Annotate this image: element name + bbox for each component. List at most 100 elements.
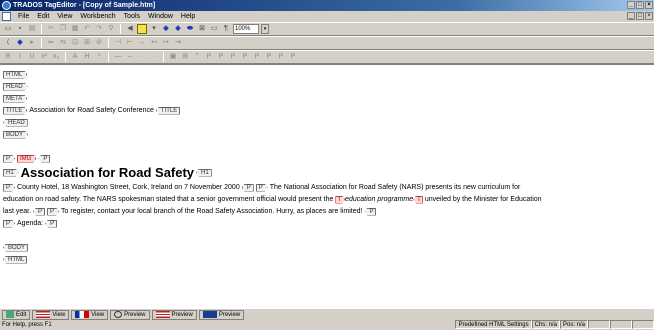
- title-text[interactable]: Association for Road Safety Conference: [29, 105, 154, 116]
- menu-workbench[interactable]: Workbench: [76, 11, 119, 22]
- zoom-dropdown[interactable]: ▾: [261, 24, 269, 34]
- superscript-icon[interactable]: x²: [39, 52, 49, 62]
- close-segment-icon[interactable]: ⬬: [185, 24, 195, 34]
- undo-icon[interactable]: ↶: [82, 24, 92, 34]
- p-close-tag[interactable]: P: [38, 154, 51, 163]
- heading-icon[interactable]: H: [82, 52, 92, 62]
- doc-restore-button[interactable]: □: [636, 12, 644, 20]
- zoom-input[interactable]: 100%: [233, 24, 259, 34]
- tab-preview-search[interactable]: Preview: [110, 309, 150, 320]
- italic-text[interactable]: education programme: [345, 194, 413, 205]
- p7-icon[interactable]: P: [276, 52, 286, 62]
- nars-text-3[interactable]: unveiled by the Minister for Education: [425, 194, 542, 205]
- copy-source-icon[interactable]: ⊞: [82, 38, 92, 48]
- maximize-button[interactable]: □: [636, 1, 644, 9]
- p-tag[interactable]: P: [47, 208, 59, 216]
- preview-icon[interactable]: ▭: [209, 24, 219, 34]
- tab-edit[interactable]: Edit: [2, 309, 31, 320]
- title-close-tag[interactable]: TITLE: [155, 106, 181, 115]
- html-close-tag[interactable]: HTML: [3, 255, 28, 264]
- doc-minimize-button[interactable]: _: [627, 12, 635, 20]
- save-icon[interactable]: ▪: [15, 24, 25, 34]
- image-icon[interactable]: ▣: [168, 52, 178, 62]
- meta-tag[interactable]: META: [3, 95, 27, 103]
- concordance-icon[interactable]: ⊡: [70, 38, 80, 48]
- paste-icon[interactable]: ▦: [70, 24, 80, 34]
- title-open-tag[interactable]: TITLE: [3, 107, 27, 115]
- translate-icon[interactable]: ◆: [173, 24, 183, 34]
- pilcrow-icon[interactable]: ¶: [221, 24, 231, 34]
- document-heading[interactable]: Association for Road Safety: [21, 166, 194, 179]
- tab-view-fr[interactable]: View: [71, 309, 109, 320]
- segment-icon[interactable]: ◆: [161, 24, 171, 34]
- p-tag[interactable]: P: [3, 184, 15, 192]
- last-icon[interactable]: ⇥: [173, 38, 183, 48]
- tab-view-us[interactable]: View: [32, 309, 70, 320]
- check-icon[interactable]: ⊠: [197, 24, 207, 34]
- register-text[interactable]: To register, contact your local branch o…: [61, 206, 362, 217]
- p-close-tag[interactable]: P: [241, 183, 254, 192]
- menu-help[interactable]: Help: [177, 11, 199, 22]
- p-tag[interactable]: P: [3, 155, 15, 163]
- close-button[interactable]: ×: [645, 1, 653, 9]
- highlight-icon[interactable]: [137, 24, 147, 34]
- minimize-button[interactable]: _: [627, 1, 635, 9]
- doc-close-button[interactable]: ×: [645, 12, 653, 20]
- line-icon[interactable]: –: [125, 52, 135, 62]
- menu-window[interactable]: Window: [144, 11, 177, 22]
- terminology-icon[interactable]: ⊘: [94, 38, 104, 48]
- open-segment-icon[interactable]: ◆: [15, 38, 25, 48]
- p-close-tag[interactable]: P: [364, 207, 377, 216]
- join-icon[interactable]: ⊢: [125, 38, 135, 48]
- html-tag[interactable]: HTML: [3, 71, 27, 79]
- print-icon[interactable]: ▤: [27, 24, 37, 34]
- get-translation-icon[interactable]: ⇐: [46, 38, 56, 48]
- bold-icon[interactable]: B: [3, 52, 13, 62]
- cut-icon[interactable]: ✂: [46, 24, 56, 34]
- restore-icon[interactable]: ⇆: [58, 38, 68, 48]
- menu-tools[interactable]: Tools: [120, 11, 144, 22]
- h1-close-tag[interactable]: H1: [196, 168, 212, 177]
- hr-icon[interactable]: —: [113, 52, 123, 62]
- open-icon[interactable]: ▭: [3, 24, 13, 34]
- p6-icon[interactable]: P: [264, 52, 274, 62]
- body-tag[interactable]: BODY: [3, 131, 28, 139]
- dropdown-arrow-icon[interactable]: ▾: [149, 24, 159, 34]
- size-icon[interactable]: ¹: [94, 52, 104, 62]
- p2-icon[interactable]: P: [216, 52, 226, 62]
- menu-edit[interactable]: Edit: [33, 11, 53, 22]
- p8-icon[interactable]: P: [288, 52, 298, 62]
- copy-icon[interactable]: ❐: [58, 24, 68, 34]
- menu-view[interactable]: View: [53, 11, 76, 22]
- menu-file[interactable]: File: [14, 11, 33, 22]
- next-icon[interactable]: ↦: [161, 38, 171, 48]
- nars-text-1[interactable]: The National Association for Road Safety…: [270, 182, 521, 193]
- body-close-tag[interactable]: BODY: [3, 243, 29, 252]
- nars-text-2[interactable]: education on road safety. The NARS spoke…: [3, 194, 333, 205]
- location-text[interactable]: County Hotel, 18 Washington Street, Cork…: [17, 182, 240, 193]
- editor-area[interactable]: HTML HEAD META TITLE Association for Roa…: [0, 64, 654, 308]
- dot-icon[interactable]: ·: [149, 52, 159, 62]
- split-icon[interactable]: ⊣: [113, 38, 123, 48]
- agenda-text[interactable]: Agenda:: [17, 218, 43, 229]
- font-icon[interactable]: A: [70, 52, 80, 62]
- h1-tag[interactable]: H1: [3, 169, 19, 177]
- head-close-tag[interactable]: HEAD: [3, 118, 28, 127]
- i-tag[interactable]: I: [335, 196, 345, 204]
- quote-icon[interactable]: ": [192, 52, 202, 62]
- nars-text-4[interactable]: last year.: [3, 206, 31, 217]
- document-icon[interactable]: [2, 12, 11, 21]
- back-icon[interactable]: ◀: [125, 24, 135, 34]
- set-close-icon[interactable]: ▸: [27, 38, 37, 48]
- tab-preview-us[interactable]: Preview: [151, 309, 197, 320]
- underline-icon[interactable]: U: [27, 52, 37, 62]
- expand-icon[interactable]: ↔: [137, 38, 147, 48]
- i-close-tag[interactable]: I: [413, 195, 423, 204]
- tab-preview-uk[interactable]: Preview: [198, 309, 245, 320]
- p-close-tag[interactable]: P: [45, 219, 58, 228]
- redo-icon[interactable]: ↷: [94, 24, 104, 34]
- shrink-icon[interactable]: ↤: [149, 38, 159, 48]
- p-tag[interactable]: P: [256, 184, 268, 192]
- find-icon[interactable]: ⚲: [106, 24, 116, 34]
- first-icon[interactable]: ⟨: [3, 38, 13, 48]
